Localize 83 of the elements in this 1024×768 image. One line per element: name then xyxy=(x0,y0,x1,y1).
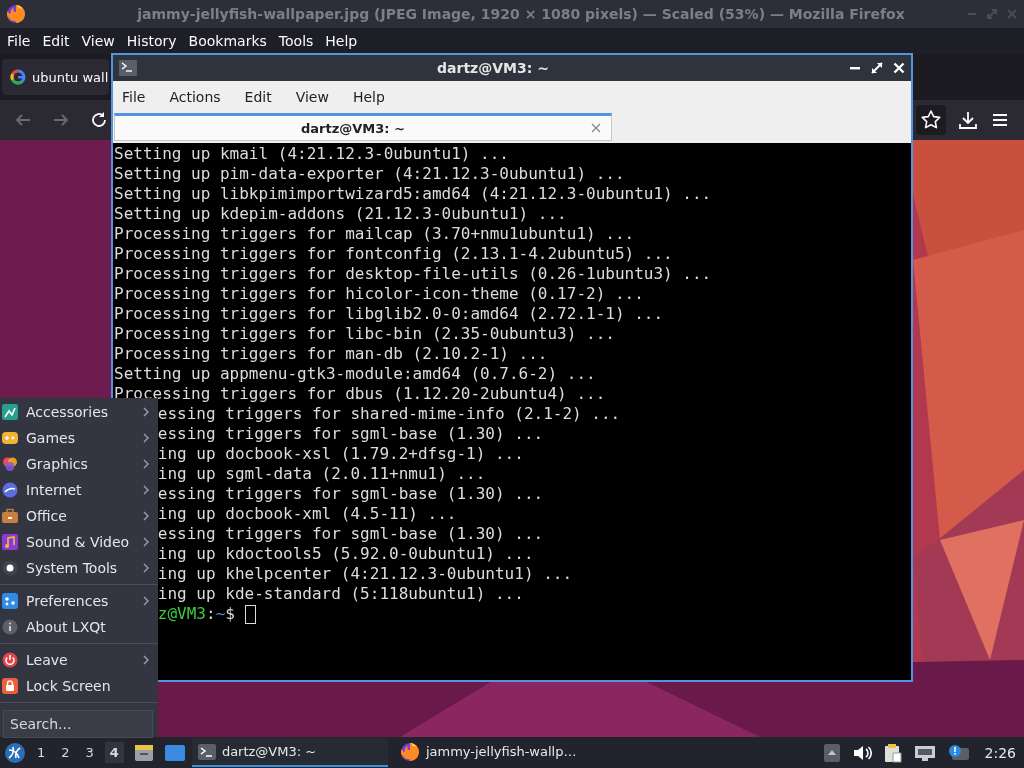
terminal-line: Setting up kmail (4:21.12.3-0ubuntu1) ... xyxy=(114,144,510,164)
gamepad-icon xyxy=(2,430,18,446)
menu-item[interactable]: About LXQt xyxy=(0,614,158,640)
terminal-line: Processing triggers for desktop-file-utils (0.26-1ubuntu3) ... xyxy=(114,264,713,284)
window-title: dartz@VM3: ~ xyxy=(436,60,550,76)
menu-item[interactable]: Tools xyxy=(278,33,314,49)
menu-item[interactable]: File xyxy=(122,88,146,105)
download-icon[interactable] xyxy=(958,110,978,130)
terminal-line: ing up khelpcenter (4:21.12.3-0ubuntu1) ... xyxy=(157,564,574,584)
prompt-path: ~ xyxy=(215,604,226,624)
menu-item[interactable]: Lock Screen xyxy=(0,673,158,699)
lock-icon xyxy=(2,678,18,694)
terminal-tab[interactable]: dartz@VM3: ~ xyxy=(114,113,612,141)
desktop-switch[interactable]: 3 xyxy=(80,742,99,763)
dots-icon xyxy=(2,593,18,609)
terminal-line: Processing triggers for libc-bin (2.35-0ubuntu3) ... xyxy=(114,324,616,344)
clock[interactable]: 2:26 xyxy=(978,744,1020,761)
show-desktop-icon[interactable] xyxy=(163,743,186,762)
terminal-line: Setting up appmenu-gtk3-module:amd64 (0.7.6-2) ... xyxy=(114,364,597,384)
browser-tab[interactable]: ubuntu wall xyxy=(2,59,109,95)
menu-item[interactable]: File xyxy=(7,33,31,49)
window-title: jammy-jellyfish-wallpaper.jpg (JPEG Image, 1920 × 1080 pixels) — Scaled (53%) — Mozilla Firefox xyxy=(135,6,906,22)
prompt-separator: : xyxy=(206,604,216,624)
network-icon[interactable] xyxy=(913,743,936,762)
menu-item[interactable]: Actions xyxy=(169,88,221,105)
terminal-line: essing triggers for sgml-base (1.30) ... xyxy=(157,424,545,444)
briefcase-icon xyxy=(2,508,18,524)
terminal-line: ing up docbook-xml (4.5-11) ... xyxy=(157,504,458,524)
terminal-line: essing triggers for sgml-base (1.30) ... xyxy=(157,484,545,504)
menu-item[interactable]: Bookmarks xyxy=(188,33,267,49)
info-icon xyxy=(2,619,18,635)
menu-item[interactable]: Help xyxy=(325,33,358,49)
menu-item[interactable]: Games xyxy=(0,425,158,451)
notification-icon[interactable] xyxy=(947,743,970,762)
menu-item[interactable]: Graphics xyxy=(0,451,158,477)
terminal-line: Setting up kdepim-addons (21.12.3-0ubuntu1) ... xyxy=(114,204,568,224)
menu-item[interactable]: View xyxy=(81,33,115,49)
terminal-line: essing triggers for shared-mime-info (2.1-2) ... xyxy=(157,404,622,424)
music-note-icon xyxy=(2,534,18,550)
google-logo-icon xyxy=(10,69,26,85)
prompt-symbol: $ xyxy=(225,604,235,624)
menu-item[interactable]: System Tools xyxy=(0,555,158,581)
terminal-line: ing up kdoctools5 (5.92.0-0ubuntu1) ... xyxy=(157,544,535,564)
desktop-switch[interactable]: 4 xyxy=(104,742,124,763)
start-menu-icon[interactable] xyxy=(4,741,26,764)
taskbar-button[interactable]: dartz@VM3: ~ xyxy=(191,738,388,767)
reload-icon[interactable] xyxy=(90,111,108,129)
terminal-line: Processing triggers for fontconfig (2.13.1-4.2ubuntu5) ... xyxy=(114,244,674,264)
menu-item[interactable]: Help xyxy=(352,88,385,105)
terminal-line: essing triggers for sgml-base (1.30) ... xyxy=(157,524,545,544)
taskbar-button[interactable]: jammy-jellyfish-wallp… xyxy=(393,738,590,767)
globe-icon xyxy=(2,482,18,498)
menu-item[interactable]: Edit xyxy=(244,88,272,105)
clipboard-icon[interactable] xyxy=(883,742,902,763)
text-cursor xyxy=(244,604,256,624)
menu-item[interactable]: Sound & Video xyxy=(0,529,158,555)
menu-item[interactable]: Edit xyxy=(42,33,70,49)
color-circles-icon xyxy=(2,456,18,472)
power-icon xyxy=(2,652,18,668)
terminal-line: Setting up pim-data-exporter (4:21.12.3-0ubuntu1) ... xyxy=(114,164,626,184)
terminal-line: ing up docbook-xsl (1.79.2+dfsg-1) ... xyxy=(157,444,525,464)
file-manager-icon[interactable] xyxy=(133,742,154,763)
terminal-line: Processing triggers for hicolor-icon-theme (0.17-2) ... xyxy=(114,284,645,304)
volume-icon[interactable] xyxy=(851,743,872,762)
menu-item[interactable]: Office xyxy=(0,503,158,529)
menu-item[interactable]: View xyxy=(295,88,329,105)
terminal-icon xyxy=(119,60,137,76)
terminal-icon xyxy=(197,743,216,760)
terminal-line: ing up kde-standard (5:118ubuntu1) ... xyxy=(157,584,525,604)
menu-item[interactable]: Preferences xyxy=(0,588,158,614)
terminal-line: Processing triggers for man-db (2.10.2-1) ... xyxy=(114,344,549,364)
desktop-switch[interactable]: 1 xyxy=(32,742,51,763)
terminal-line: ing up sgml-data (2.0.11+nmu1) ... xyxy=(157,464,487,484)
menu-item[interactable]: Leave xyxy=(0,647,158,673)
desktop-switch[interactable]: 2 xyxy=(56,742,75,763)
terminal-line: Processing triggers for libglib2.0-0:amd64 (2.72.1-1) ... xyxy=(114,304,665,324)
menu-item[interactable]: Internet xyxy=(0,477,158,503)
chart-icon xyxy=(2,404,18,420)
prompt-user-host: z@VM3 xyxy=(157,604,206,624)
search-field[interactable]: Search... xyxy=(3,710,153,738)
menu-item[interactable]: History xyxy=(126,33,177,49)
terminal-line: Processing triggers for mailcap (3.70+nmu1ubuntu1) ... xyxy=(114,224,636,244)
terminal-line: Setting up libkpimimportwizard5:amd64 (4:21.12.3-0ubuntu1) ... xyxy=(114,184,713,204)
